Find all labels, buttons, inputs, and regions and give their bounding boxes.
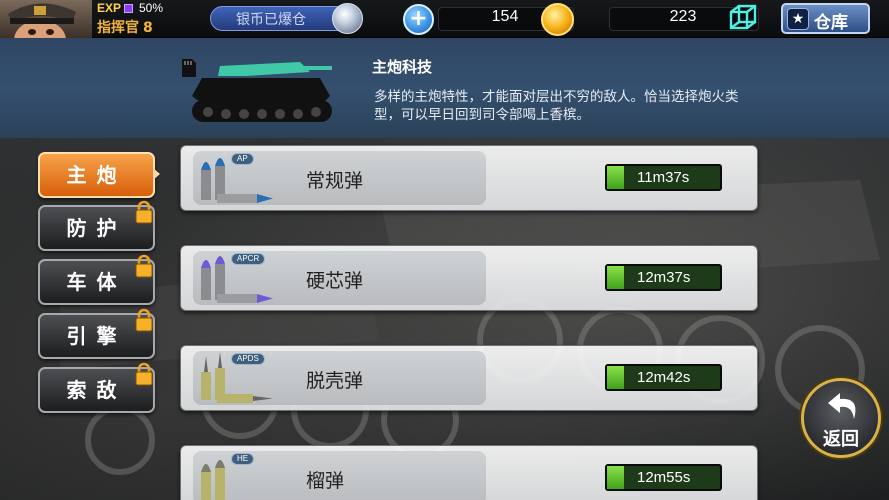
silver-coin-icon[interactable] (332, 3, 363, 34)
exp-label: EXP (97, 1, 122, 15)
tab-main-gun[interactable]: 主炮 (38, 152, 155, 198)
ammo-name: 硬芯弹 (306, 270, 364, 292)
timer-progress (607, 466, 624, 489)
ammo-name: 脱壳弹 (306, 370, 364, 392)
crystal-amount: 223 (669, 8, 697, 25)
warehouse-button[interactable]: ★ 仓库 (781, 3, 870, 34)
silver-status: 银币已爆仓 (236, 12, 306, 28)
ammo-card-apcr[interactable]: APCR 硬芯弹 12m37s (180, 245, 758, 311)
timer-text: 11m37s (637, 169, 690, 186)
exp-percent: 50% (139, 1, 164, 15)
ammo-type-tag: AP (231, 153, 254, 165)
timer-progress (607, 166, 624, 189)
tech-description: 多样的主炮特性，才能面对层出不穷的敌人。恰当选择炮火类型，可以早日回到司令部喝上… (374, 89, 739, 123)
ammo-type-tag: HE (231, 453, 255, 465)
research-timer: 12m55s (605, 464, 722, 491)
back-label: 返回 (823, 429, 859, 450)
lock-icon (135, 362, 153, 386)
tech-title: 主炮科技 (372, 58, 433, 76)
timer-progress (607, 266, 624, 289)
lock-icon (135, 200, 153, 224)
timer-progress (607, 366, 624, 389)
rank-label: 指挥官 (97, 20, 139, 36)
back-button[interactable]: 返回 (801, 378, 881, 458)
tank-silhouette-icon (192, 62, 332, 122)
add-gold-button[interactable]: + (403, 4, 434, 35)
ammo-type-tag: APDS (231, 353, 265, 365)
gold-coin-icon[interactable] (541, 3, 574, 36)
star-badge-icon: ★ (787, 8, 809, 30)
timer-text: 12m37s (637, 269, 691, 286)
ammo-card-apds[interactable]: APDS 脱壳弹 12m42s (180, 345, 758, 411)
ammo-type-tag: APCR (231, 253, 266, 265)
lock-icon (135, 308, 153, 332)
ammo-card-he[interactable]: HE 榴弹 12m55s (180, 445, 758, 500)
return-arrow-icon (828, 393, 856, 419)
ammo-card-ap[interactable]: AP 常规弹 11m37s (180, 145, 758, 211)
research-timer: 12m42s (605, 364, 722, 391)
exp-bar (124, 4, 133, 13)
commander-rank: 指挥官 8 (97, 17, 153, 37)
ammo-name: 常规弹 (306, 170, 364, 192)
warehouse-label: 仓库 (814, 13, 848, 33)
rank-level: 8 (143, 20, 153, 36)
cube-icon[interactable] (726, 3, 760, 35)
ammo-name: 榴弹 (306, 470, 345, 492)
gold-amount: 154 (491, 8, 519, 25)
commander-avatar[interactable] (0, 0, 92, 38)
timer-text: 12m42s (637, 369, 691, 386)
research-timer: 11m37s (605, 164, 722, 191)
active-tab-pointer (153, 168, 160, 180)
lock-icon (135, 254, 153, 278)
research-timer: 12m37s (605, 264, 722, 291)
timer-text: 12m55s (637, 469, 691, 486)
